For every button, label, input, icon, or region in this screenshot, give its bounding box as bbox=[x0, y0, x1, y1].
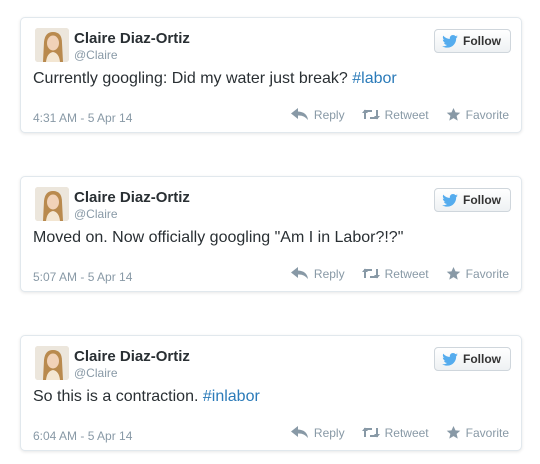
star-icon bbox=[446, 107, 460, 121]
follow-label: Follow bbox=[463, 193, 501, 207]
hashtag-link[interactable]: #inlabor bbox=[203, 388, 260, 405]
favorite-button[interactable]: Favorite bbox=[446, 425, 509, 440]
tweet-actions: Reply Retweet Favorite bbox=[290, 107, 509, 122]
author-name[interactable]: Claire Diaz-Ortiz bbox=[74, 348, 190, 365]
follow-button[interactable]: Follow bbox=[434, 188, 511, 212]
author-name[interactable]: Claire Diaz-Ortiz bbox=[74, 30, 190, 47]
hashtag-link[interactable]: #labor bbox=[352, 70, 396, 87]
follow-label: Follow bbox=[463, 352, 501, 366]
favorite-label: Favorite bbox=[465, 425, 509, 440]
twitter-bird-icon bbox=[442, 34, 458, 48]
follow-button[interactable]: Follow bbox=[434, 347, 511, 371]
star-icon bbox=[446, 266, 460, 280]
retweet-button[interactable]: Retweet bbox=[361, 107, 429, 122]
avatar[interactable] bbox=[35, 28, 69, 62]
tweet-card: Claire Diaz-Ortiz @Claire Follow So this… bbox=[20, 335, 522, 451]
author-handle[interactable]: @Claire bbox=[74, 207, 118, 221]
tweet-actions: Reply Retweet Favorite bbox=[290, 425, 509, 440]
retweet-button[interactable]: Retweet bbox=[361, 425, 429, 440]
reply-button[interactable]: Reply bbox=[290, 266, 345, 281]
tweet-card: Claire Diaz-Ortiz @Claire Follow Current… bbox=[20, 17, 522, 133]
tweet-timestamp[interactable]: 6:04 AM - 5 Apr 14 bbox=[33, 429, 132, 443]
tweet-actions: Reply Retweet Favorite bbox=[290, 266, 509, 281]
reply-button[interactable]: Reply bbox=[290, 107, 345, 122]
retweet-label: Retweet bbox=[384, 107, 429, 122]
tweet-text-body: So this is a contraction. bbox=[33, 388, 203, 405]
tweet-text: Currently googling: Did my water just br… bbox=[33, 70, 397, 88]
twitter-bird-icon bbox=[442, 193, 458, 207]
tweet-text: Moved on. Now officially googling "Am I … bbox=[33, 229, 403, 247]
tweet-timestamp[interactable]: 5:07 AM - 5 Apr 14 bbox=[33, 270, 132, 284]
retweet-label: Retweet bbox=[384, 266, 429, 281]
follow-label: Follow bbox=[463, 34, 501, 48]
reply-arrow-icon bbox=[290, 426, 308, 438]
reply-button[interactable]: Reply bbox=[290, 425, 345, 440]
favorite-label: Favorite bbox=[465, 266, 509, 281]
favorite-button[interactable]: Favorite bbox=[446, 107, 509, 122]
tweet-text: So this is a contraction. #inlabor bbox=[33, 388, 260, 406]
reply-arrow-icon bbox=[290, 108, 308, 120]
favorite-label: Favorite bbox=[465, 107, 509, 122]
twitter-bird-icon bbox=[442, 352, 458, 366]
star-icon bbox=[446, 425, 460, 439]
retweet-label: Retweet bbox=[384, 425, 429, 440]
reply-arrow-icon bbox=[290, 267, 308, 279]
reply-label: Reply bbox=[313, 425, 345, 440]
retweet-button[interactable]: Retweet bbox=[361, 266, 429, 281]
tweet-text-body: Currently googling: Did my water just br… bbox=[33, 70, 353, 87]
favorite-button[interactable]: Favorite bbox=[446, 266, 509, 281]
reply-label: Reply bbox=[313, 266, 345, 281]
avatar[interactable] bbox=[35, 187, 69, 221]
tweet-card: Claire Diaz-Ortiz @Claire Follow Moved o… bbox=[20, 176, 522, 292]
avatar[interactable] bbox=[35, 346, 69, 380]
author-handle[interactable]: @Claire bbox=[74, 366, 118, 380]
retweet-icon bbox=[361, 268, 380, 279]
retweet-icon bbox=[361, 109, 380, 120]
tweet-timestamp[interactable]: 4:31 AM - 5 Apr 14 bbox=[33, 111, 132, 125]
author-name[interactable]: Claire Diaz-Ortiz bbox=[74, 189, 190, 206]
author-handle[interactable]: @Claire bbox=[74, 48, 118, 62]
reply-label: Reply bbox=[313, 107, 345, 122]
follow-button[interactable]: Follow bbox=[434, 29, 511, 53]
retweet-icon bbox=[361, 427, 380, 438]
tweet-text-body: Moved on. Now officially googling "Am I … bbox=[33, 229, 404, 246]
